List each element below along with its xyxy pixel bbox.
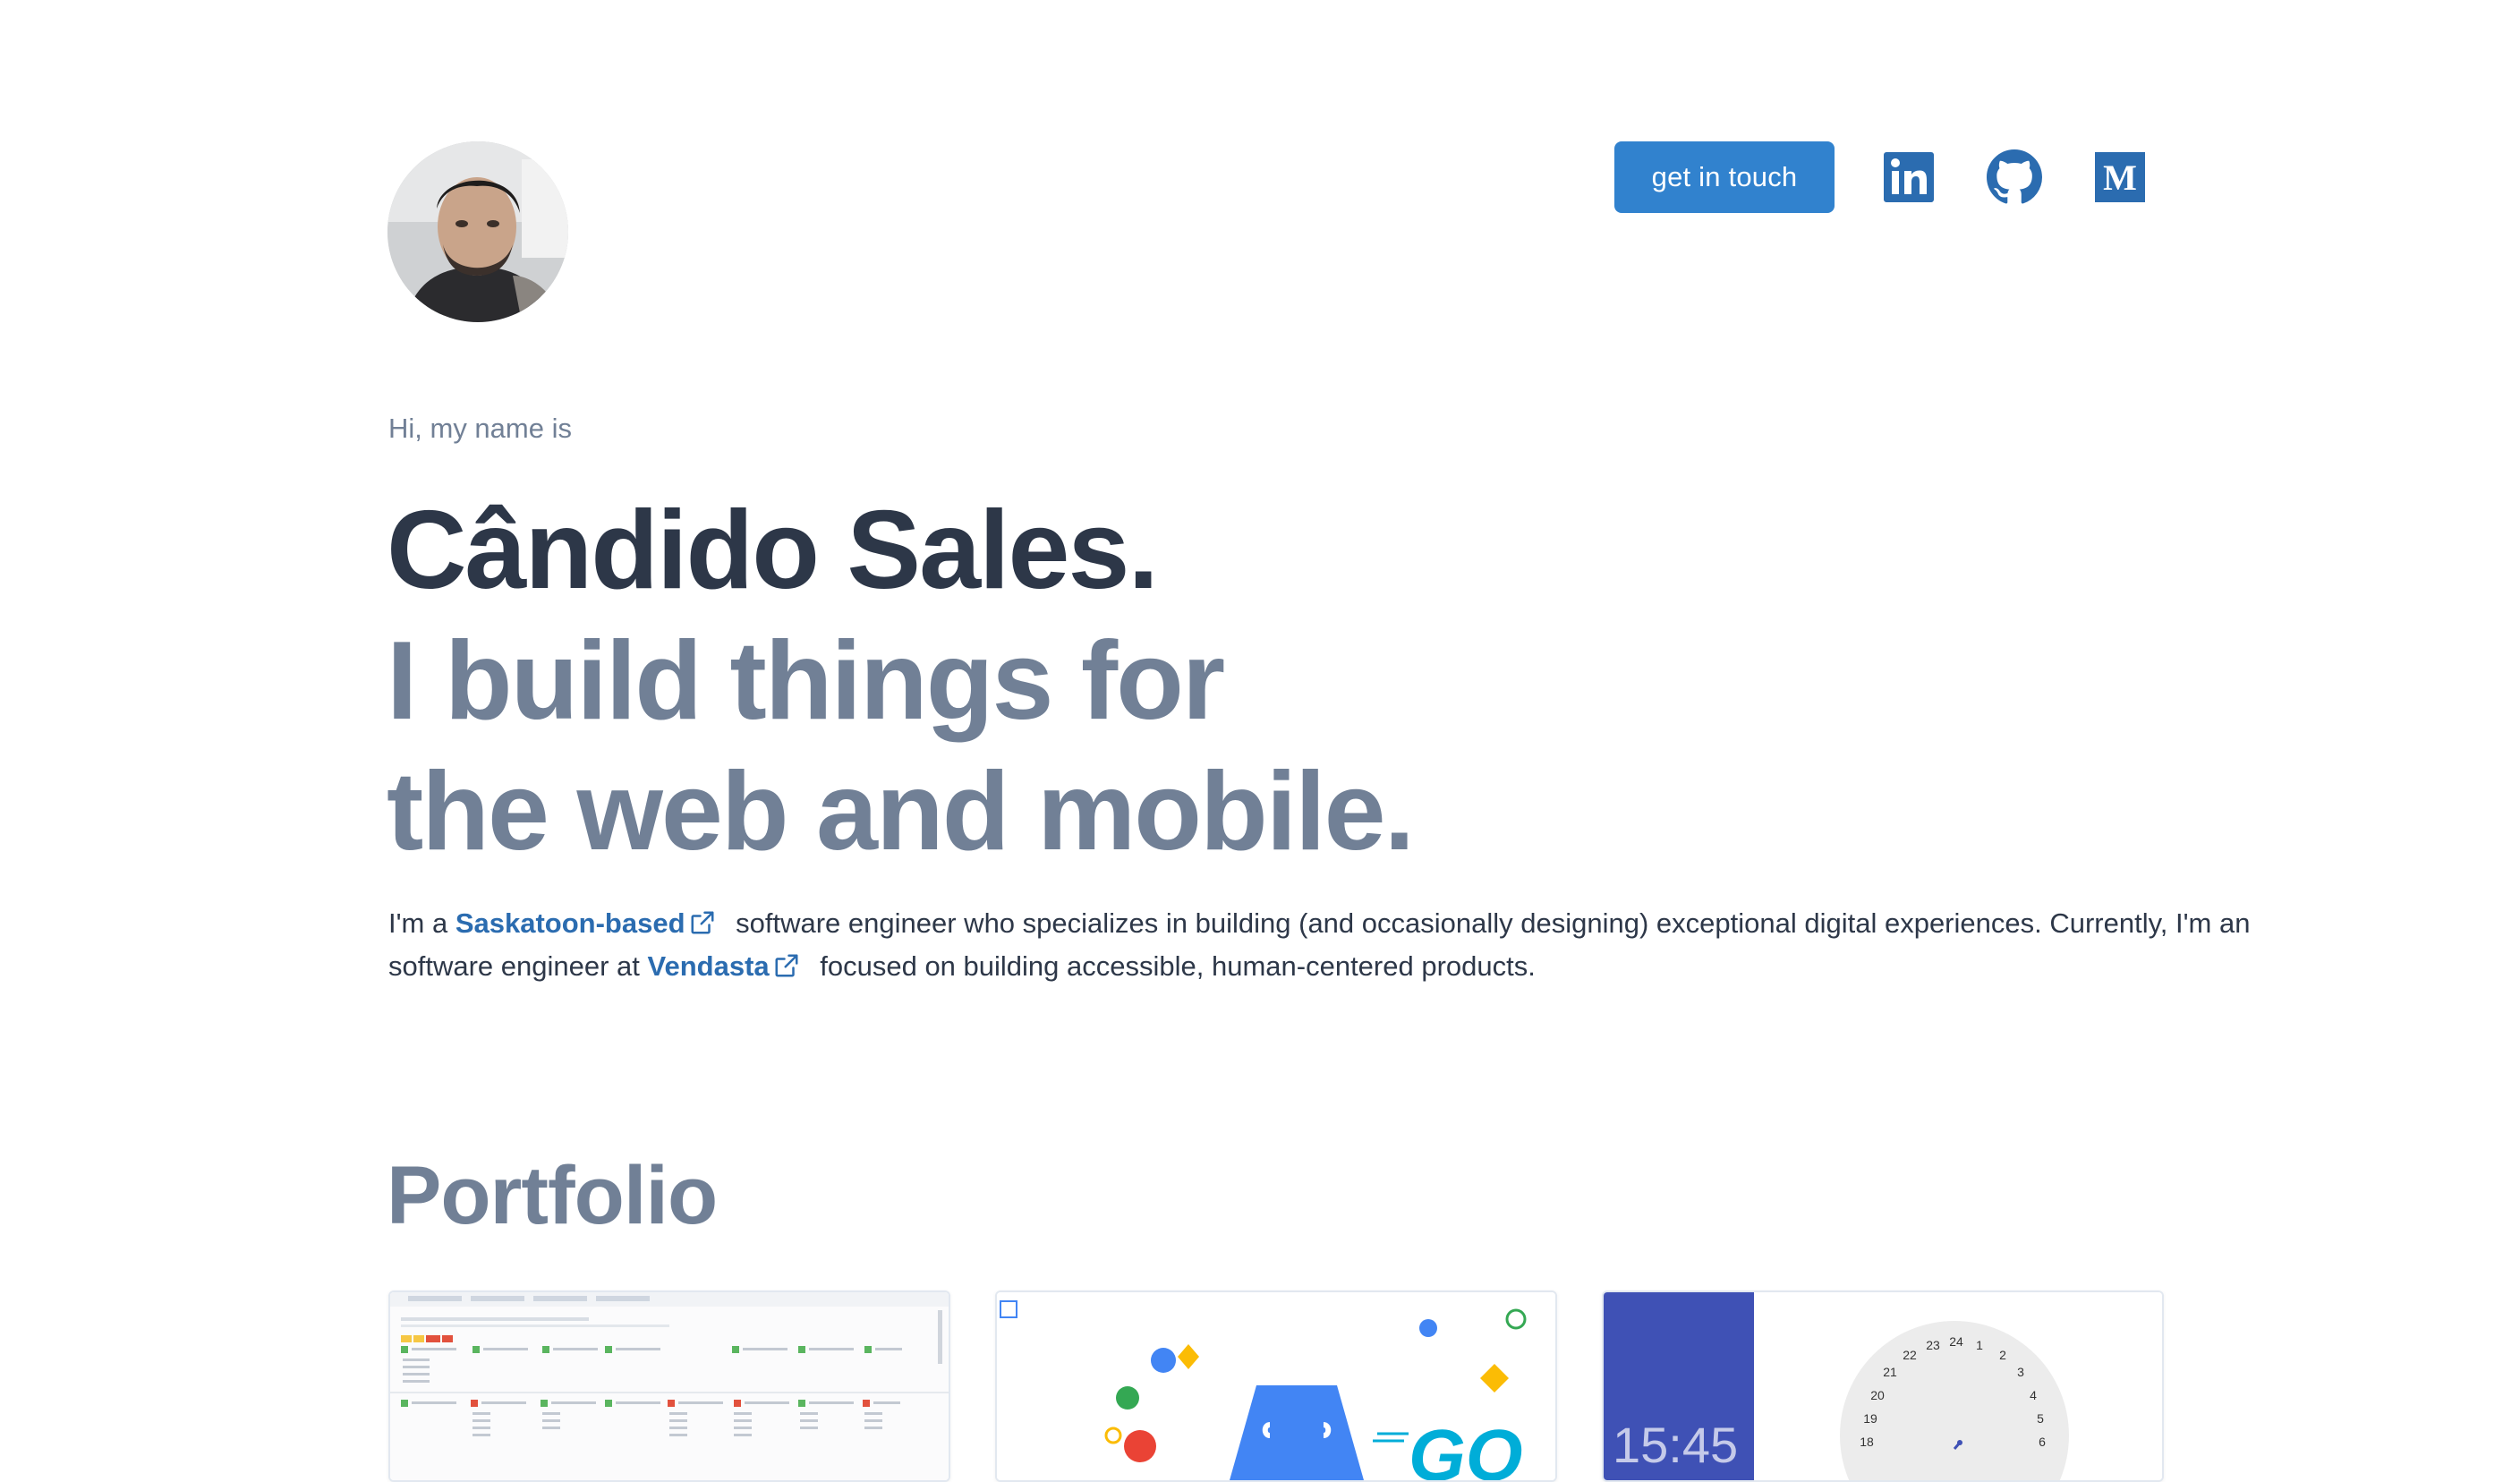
tagline-line-2: the web and mobile.	[387, 750, 1415, 873]
saskatoon-link-label: Saskatoon-based	[455, 907, 685, 939]
clock-number: 6	[2039, 1435, 2046, 1449]
clock-number: 1	[1976, 1338, 1983, 1352]
clock-number: 19	[1863, 1411, 1877, 1426]
clock-time: 15:45	[1613, 1417, 1738, 1473]
clock-number: 18	[1860, 1435, 1874, 1449]
vendasta-link[interactable]: Vendasta	[648, 950, 813, 982]
vendasta-link-label: Vendasta	[647, 950, 770, 982]
svg-text:M: M	[2103, 158, 2137, 198]
portfolio-cards: GO 15:45 22 23 24 1 2 21 3 20 4 19 5 18 …	[388, 1290, 2164, 1482]
portfolio-title: Portfolio	[387, 1150, 718, 1241]
spreadsheet-preview	[390, 1292, 949, 1480]
header-actions: get in touch M	[1614, 141, 2148, 213]
hero-name: Cândido Sales.	[387, 489, 1159, 612]
clock-number: 2	[1999, 1348, 2006, 1362]
clock-number: 5	[2037, 1411, 2044, 1426]
clock-number: 24	[1949, 1334, 1963, 1349]
get-in-touch-button[interactable]: get in touch	[1614, 141, 1835, 213]
avatar-photo	[387, 141, 568, 322]
avatar	[387, 141, 568, 322]
clock-number: 21	[1883, 1365, 1897, 1379]
clock-number: 22	[1903, 1348, 1917, 1362]
portfolio-card-cloud-go[interactable]: GO	[995, 1290, 1557, 1482]
clock-app-preview: 15:45 22 23 24 1 2 21 3 20 4 19 5 18 6	[1604, 1292, 2162, 1480]
clock-number: 20	[1870, 1388, 1885, 1402]
cloud-functions-go-preview: GO	[997, 1292, 1555, 1480]
saskatoon-link[interactable]: Saskatoon-based	[455, 907, 728, 939]
tagline-line-1: I build things for	[387, 619, 1225, 743]
linkedin-icon[interactable]	[1881, 149, 1937, 205]
github-icon[interactable]	[1987, 149, 2042, 205]
hero-tagline: I build things for the web and mobile.	[387, 616, 1415, 877]
page: get in touch M Hi, my name is Cândido Sa…	[0, 0, 2520, 1482]
external-link-icon	[775, 954, 798, 977]
portfolio-card-clock[interactable]: 15:45 22 23 24 1 2 21 3 20 4 19 5 18 6	[1602, 1290, 2164, 1482]
bio-text-3: focused on building accessible, human-ce…	[812, 950, 1536, 982]
svg-text:GO: GO	[1409, 1415, 1523, 1480]
medium-icon[interactable]: M	[2092, 149, 2148, 205]
portfolio-card-spreadsheet[interactable]	[388, 1290, 950, 1482]
clock-number: 3	[2017, 1365, 2024, 1379]
greeting: Hi, my name is	[388, 413, 572, 444]
clock-number: 4	[2030, 1388, 2037, 1402]
external-link-icon	[691, 911, 714, 934]
bio-text-1: I'm a	[388, 907, 455, 939]
bio-paragraph: I'm a Saskatoon-based software engineer …	[388, 902, 2268, 988]
clock-number: 23	[1926, 1338, 1940, 1352]
